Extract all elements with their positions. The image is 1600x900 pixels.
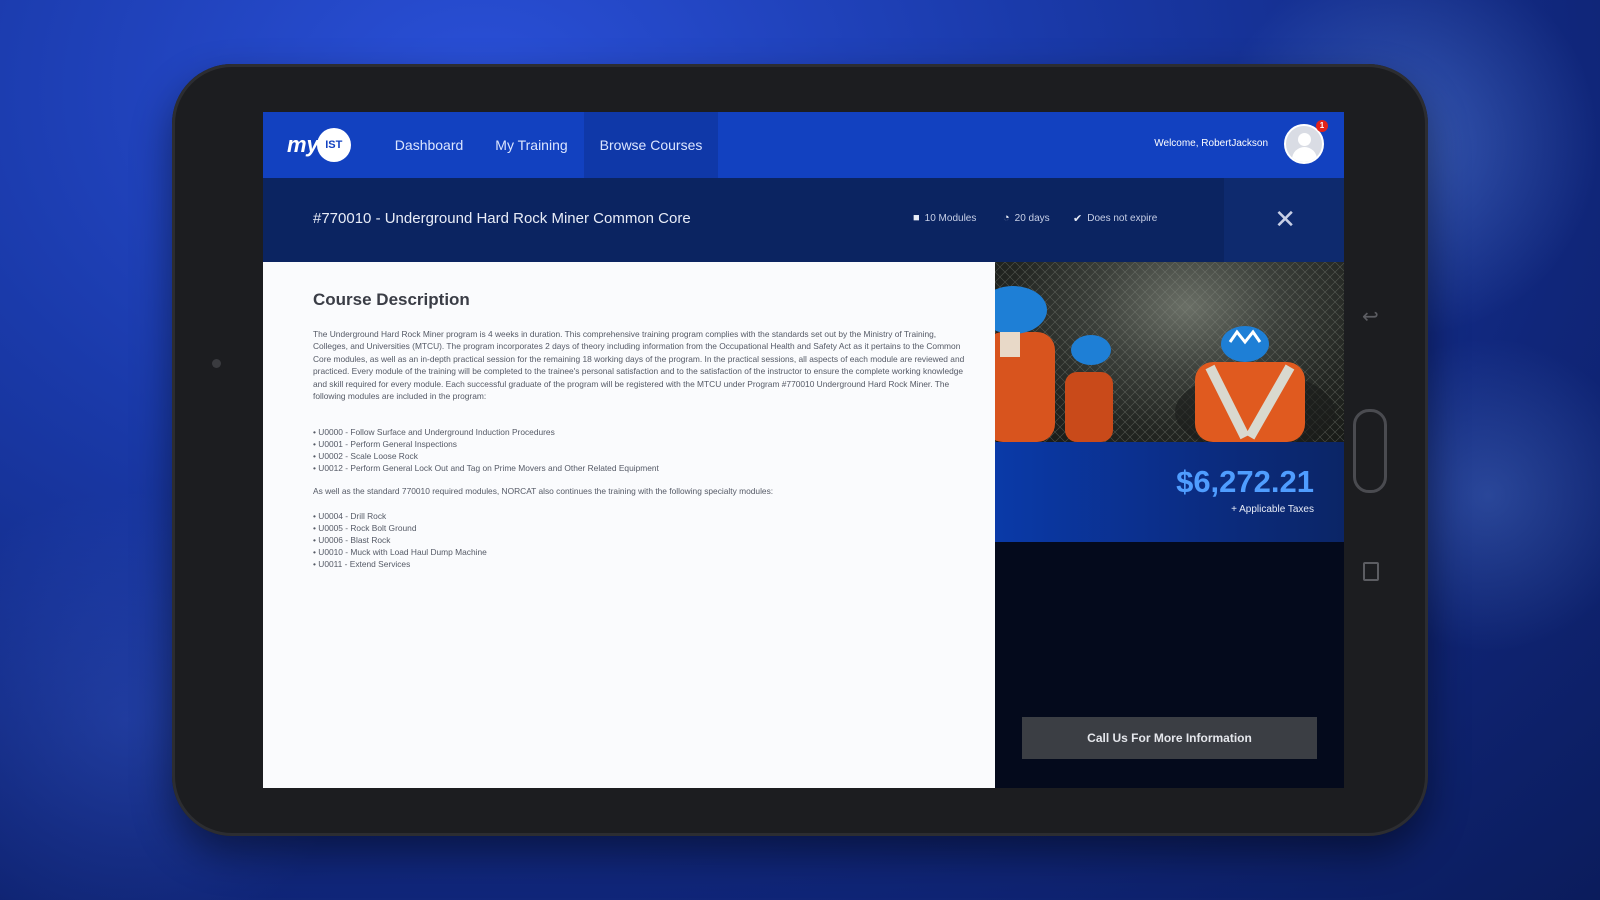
specialty-intro: As well as the standard 770010 required …: [313, 486, 774, 496]
call-for-info-button[interactable]: Call Us For More Information: [1022, 717, 1317, 759]
expiry-value: Does not expire: [1087, 213, 1158, 224]
back-key-icon[interactable]: ↩: [1362, 304, 1379, 329]
avatar-head: [1298, 133, 1311, 146]
list-item: U0010 - Muck with Load Haul Dump Machine: [313, 546, 487, 558]
list-item: U0001 - Perform General Inspections: [313, 438, 659, 450]
price-box: $6,272.21 + Applicable Taxes: [995, 442, 1344, 542]
course-description-panel: Course Description The Underground Hard …: [263, 262, 995, 788]
app-logo[interactable]: my IST: [287, 128, 351, 162]
tax-note: + Applicable Taxes: [1231, 504, 1314, 515]
modules-meta: ■ 10 Modules: [913, 212, 976, 224]
miners-illustration: [995, 262, 1344, 442]
nav-item-dashboard[interactable]: Dashboard: [379, 112, 480, 178]
course-title: #770010 - Underground Hard Rock Miner Co…: [313, 210, 691, 227]
notification-badge[interactable]: 1: [1316, 120, 1328, 132]
duration-meta: ◔ 20 days: [1003, 212, 1050, 224]
camera-icon: [212, 359, 221, 368]
list-item: U0012 - Perform General Lock Out and Tag…: [313, 462, 659, 474]
modules-list: U0000 - Follow Surface and Underground I…: [313, 426, 659, 474]
check-icon: ✔: [1073, 213, 1083, 225]
list-item: U0006 - Blast Rock: [313, 534, 487, 546]
list-item: U0004 - Drill Rock: [313, 510, 487, 522]
list-item: U0002 - Scale Loose Rock: [313, 450, 659, 462]
nav-item-browse-courses[interactable]: Browse Courses: [583, 112, 719, 178]
close-icon[interactable]: ✕: [1274, 204, 1296, 234]
clock-icon: ◔: [1003, 212, 1010, 224]
course-header: #770010 - Underground Hard Rock Miner Co…: [263, 178, 1344, 262]
list-item: U0005 - Rock Bolt Ground: [313, 522, 487, 534]
pricing-sidebar: $6,272.21 + Applicable Taxes Call Us For…: [995, 262, 1344, 788]
logo-badge: IST: [316, 128, 351, 162]
welcome-text: Welcome, RobertJackson: [1154, 138, 1268, 149]
course-description-text: The Underground Hard Rock Miner program …: [313, 329, 965, 402]
document-icon: ■: [913, 212, 920, 224]
section-title: Course Description: [313, 290, 470, 309]
course-photo: [995, 262, 1344, 442]
specialty-list: U0004 - Drill Rock U0005 - Rock Bolt Gro…: [313, 510, 487, 570]
list-item: U0000 - Follow Surface and Underground I…: [313, 426, 659, 438]
app-screen: my IST Dashboard My Training Browse Cour…: [263, 112, 1344, 788]
expiry-meta: ✔ Does not expire: [1073, 212, 1157, 225]
modules-count: 10 Modules: [924, 212, 977, 224]
list-item: U0011 - Extend Services: [313, 558, 487, 570]
top-navigation: my IST Dashboard My Training Browse Cour…: [263, 112, 1344, 178]
nav-item-my-training[interactable]: My Training: [479, 112, 583, 178]
course-price: $6,272.21: [1176, 464, 1314, 499]
recent-apps-icon[interactable]: [1363, 562, 1379, 581]
logo-text: my: [287, 132, 319, 157]
home-button[interactable]: [1353, 409, 1387, 493]
avatar-body: [1292, 147, 1317, 162]
duration-value: 20 days: [1014, 212, 1050, 224]
